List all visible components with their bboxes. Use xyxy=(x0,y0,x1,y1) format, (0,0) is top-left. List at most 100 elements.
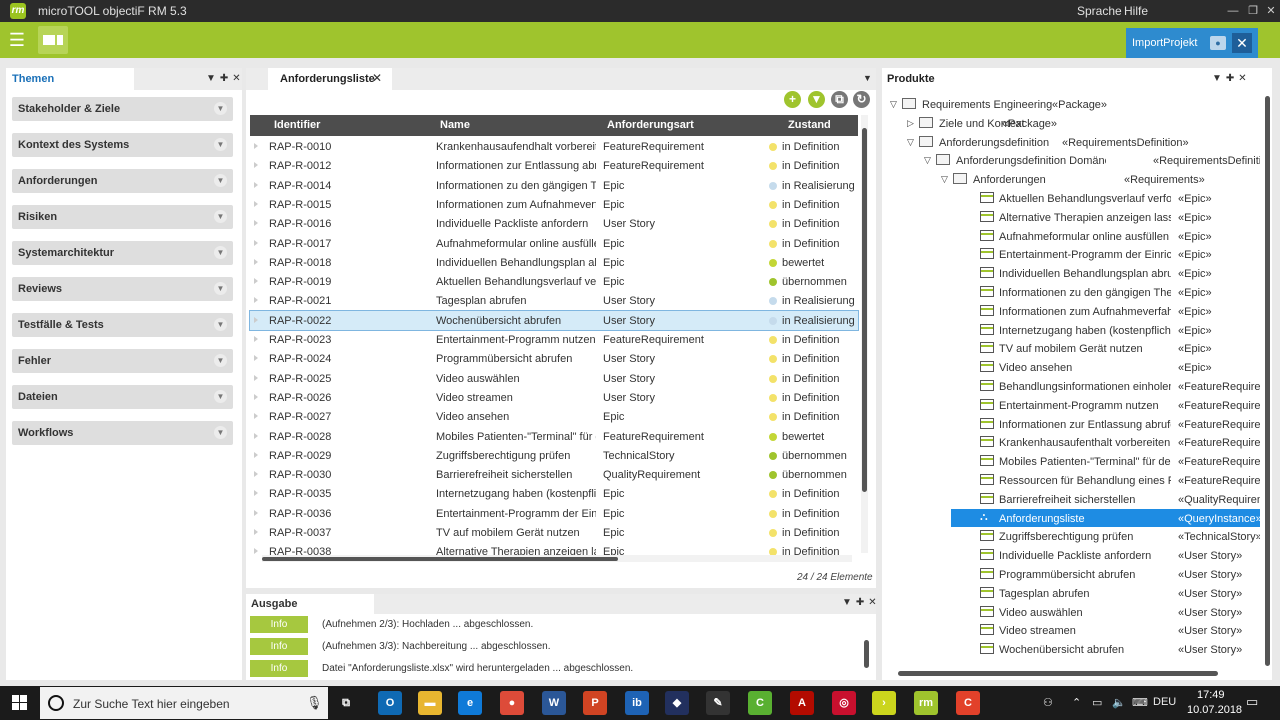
export-icon[interactable]: ⧉ xyxy=(831,91,848,108)
tree-node[interactable]: Tagesplan abrufen «User Story» xyxy=(884,584,1260,603)
accordion-item[interactable]: Fehler ▼ xyxy=(12,349,233,373)
add-icon[interactable]: + xyxy=(784,91,801,108)
column-header-name[interactable]: Name xyxy=(440,119,470,131)
network-icon[interactable]: ▭ xyxy=(1092,696,1102,709)
powerpoint-icon[interactable]: P xyxy=(583,691,607,715)
panel-pin-controls[interactable]: ▼✚✕ xyxy=(206,73,245,84)
panel-pin-controls[interactable]: ▼✚✕ xyxy=(1212,73,1251,84)
accordion-item[interactable]: Anforderungen ▼ xyxy=(12,169,233,193)
table-row[interactable]: RAP-R-0015 Informationen zum Aufnahmeverf… xyxy=(250,195,858,214)
cortana-icon[interactable] xyxy=(48,695,64,711)
tree-node[interactable]: ▽ Requirements Engineering «Package» xyxy=(884,95,1260,114)
volume-icon[interactable]: 🔈 xyxy=(1112,696,1126,709)
chevron-down-icon[interactable]: ▼ xyxy=(214,390,227,403)
camtasia-icon[interactable]: C xyxy=(748,691,772,715)
filter-icon[interactable]: ▼ xyxy=(808,91,825,108)
tree-node[interactable]: Wochenübersicht abrufen «User Story» xyxy=(884,640,1260,659)
accordion-item[interactable]: Kontext des Systems ▼ xyxy=(12,133,233,157)
table-row[interactable]: RAP-R-0023 Entertainment-Programm nutzen F… xyxy=(250,330,858,349)
panel-pin-controls[interactable]: ▼✚✕ xyxy=(842,597,881,608)
accordion-item[interactable]: Risiken ▼ xyxy=(12,205,233,229)
refresh-icon[interactable]: ↻ xyxy=(853,91,870,108)
output-scrollbar[interactable] xyxy=(864,640,869,668)
accordion-item[interactable]: Dateien ▼ xyxy=(12,385,233,409)
chevron-down-icon[interactable]: ▼ xyxy=(214,174,227,187)
expand-icon[interactable]: ▽ xyxy=(907,137,914,148)
collapse-icon[interactable]: ▷ xyxy=(907,118,914,129)
table-row[interactable]: RAP-R-0014 Informationen zu den gängigen … xyxy=(250,176,858,195)
table-row[interactable]: RAP-R-0016 Individuelle Packliste anforde… xyxy=(250,214,858,233)
tree-node[interactable]: Alternative Therapien anzeigen lassen «Ep… xyxy=(884,208,1260,227)
chevron-down-icon[interactable]: ▼ xyxy=(214,426,227,439)
tree-node[interactable]: Aktuellen Behandlungsverlauf verfolg... «… xyxy=(884,189,1260,208)
hamburger-menu-icon[interactable]: ☰ xyxy=(4,26,30,54)
accordion-item[interactable]: Workflows ▼ xyxy=(12,421,233,445)
language-indicator[interactable]: DEU xyxy=(1153,696,1176,708)
table-row[interactable]: RAP-R-0026 Video streamen User Story in Def… xyxy=(250,388,858,407)
chevron-down-icon[interactable]: ▼ xyxy=(214,318,227,331)
app-snagit-icon[interactable]: C xyxy=(956,691,980,715)
table-row[interactable]: RAP-R-0017 Aufnahmeformular online ausfül… xyxy=(250,234,858,253)
clock-date[interactable]: 10.07.2018 xyxy=(1187,704,1242,716)
chevron-down-icon[interactable]: ▼ xyxy=(214,246,227,259)
table-row[interactable]: RAP-R-0024 Programmübersicht abrufen User … xyxy=(250,349,858,368)
tree-node[interactable]: Informationen zu den gängigen Thera... «E… xyxy=(884,283,1260,302)
table-row[interactable]: RAP-R-0022 Wochenübersicht abrufen User St… xyxy=(249,309,859,331)
app-blue-icon[interactable]: ◆ xyxy=(665,691,689,715)
expand-icon[interactable]: ▽ xyxy=(890,99,897,110)
tree-node[interactable]: Ressourcen für Behandlung eines Pati... «… xyxy=(884,471,1260,490)
minimize-icon[interactable]: — xyxy=(1224,2,1242,20)
tree-node[interactable]: Barrierefreiheit sicherstellen «QualityRe… xyxy=(884,490,1260,509)
restore-icon[interactable]: ❐ xyxy=(1244,2,1262,20)
table-row[interactable]: RAP-R-0028 Mobiles Patienten-"Terminal" f… xyxy=(250,427,858,446)
tree-node[interactable]: ▽ Anforderungsdefinition «RequirementsDefi… xyxy=(884,133,1260,152)
table-row[interactable]: RAP-R-0019 Aktuellen Behandlungsverlauf v… xyxy=(250,272,858,291)
keyboard-icon[interactable]: ⌨ xyxy=(1132,696,1148,709)
microphone-icon[interactable]: 🎙 xyxy=(306,695,323,711)
table-row[interactable]: RAP-R-0021 Tagesplan abrufen User Story in … xyxy=(250,291,858,310)
word-icon[interactable]: W xyxy=(542,691,566,715)
tree-node[interactable]: Entertainment-Programm nutzen «FeatureReq… xyxy=(884,396,1260,415)
table-row[interactable]: RAP-R-0027 Video ansehen Epic in Definition xyxy=(250,407,858,426)
tree-node[interactable]: Behandlungsinformationen einholen «Featur… xyxy=(884,377,1260,396)
table-row[interactable]: RAP-R-0035 Internetzugang haben (kostenpf… xyxy=(250,484,858,503)
acrobat-icon[interactable]: A xyxy=(790,691,814,715)
table-row[interactable]: RAP-R-0018 Individuellen Behandlungsplan … xyxy=(250,253,858,272)
tree-node[interactable]: Mobiles Patienten-"Terminal" für den... «… xyxy=(884,452,1260,471)
tree-node[interactable]: Individuelle Packliste anfordern «User St… xyxy=(884,546,1260,565)
taskbar-search-box[interactable]: Zur Suche Text hier eingeben 🎙 xyxy=(40,687,328,719)
objectif-rm-icon[interactable]: rm xyxy=(914,691,938,715)
tree-horizontal-scrollbar[interactable] xyxy=(898,671,1218,676)
table-row[interactable]: RAP-R-0012 Informationen zur Entlassung a… xyxy=(250,156,858,175)
app-next-icon[interactable]: › xyxy=(872,691,896,715)
table-row[interactable]: RAP-R-0030 Barrierefreiheit sicherstellen… xyxy=(250,465,858,484)
expand-icon[interactable]: ▽ xyxy=(941,174,948,185)
tree-node[interactable]: TV auf mobilem Gerät nutzen «Epic» xyxy=(884,339,1260,358)
table-row[interactable]: RAP-R-0025 Video auswählen User Story in De… xyxy=(250,369,858,388)
accordion-item[interactable]: Systemarchitektur ▼ xyxy=(12,241,233,265)
tree-vertical-scrollbar[interactable] xyxy=(1265,96,1270,666)
table-row[interactable]: RAP-R-0010 Krankenhausaufendhalt vorberei… xyxy=(250,137,858,156)
grid-horizontal-scroll-thumb[interactable] xyxy=(262,557,618,561)
tree-node[interactable]: ▽ Anforderungen «Requirements» xyxy=(884,170,1260,189)
table-row[interactable]: RAP-R-0029 Zugriffsberechtigung prüfen Tec… xyxy=(250,446,858,465)
tree-node[interactable]: Individuellen Behandlungsplan abrufen «Ep… xyxy=(884,264,1260,283)
chevron-up-icon[interactable]: ⌃ xyxy=(1072,696,1081,709)
close-window-icon[interactable]: ✕ xyxy=(1262,2,1280,20)
column-header-identifier[interactable]: Identifier xyxy=(274,119,320,131)
app-red-icon[interactable]: ◎ xyxy=(832,691,856,715)
chevron-down-icon[interactable]: ▼ xyxy=(214,282,227,295)
close-icon[interactable]: ✕ xyxy=(1232,33,1252,53)
layout-view-button[interactable] xyxy=(38,26,68,54)
outlook-icon[interactable]: O xyxy=(378,691,402,715)
column-header-anforderungsart[interactable]: Anforderungsart xyxy=(607,119,694,131)
table-row[interactable]: RAP-R-0036 Entertainment-Programm der Ein… xyxy=(250,504,858,523)
grid-vertical-scroll-thumb[interactable] xyxy=(862,128,867,492)
chevron-down-icon[interactable]: ▼ xyxy=(863,73,872,83)
windows-start-icon[interactable] xyxy=(12,695,28,711)
chevron-down-icon[interactable]: ▼ xyxy=(214,138,227,151)
menu-sprache[interactable]: Sprache xyxy=(1077,4,1122,18)
chevron-down-icon[interactable]: ▼ xyxy=(214,102,227,115)
eye-icon[interactable]: ● xyxy=(1210,36,1226,50)
people-icon[interactable]: ⚇ xyxy=(1043,696,1053,709)
